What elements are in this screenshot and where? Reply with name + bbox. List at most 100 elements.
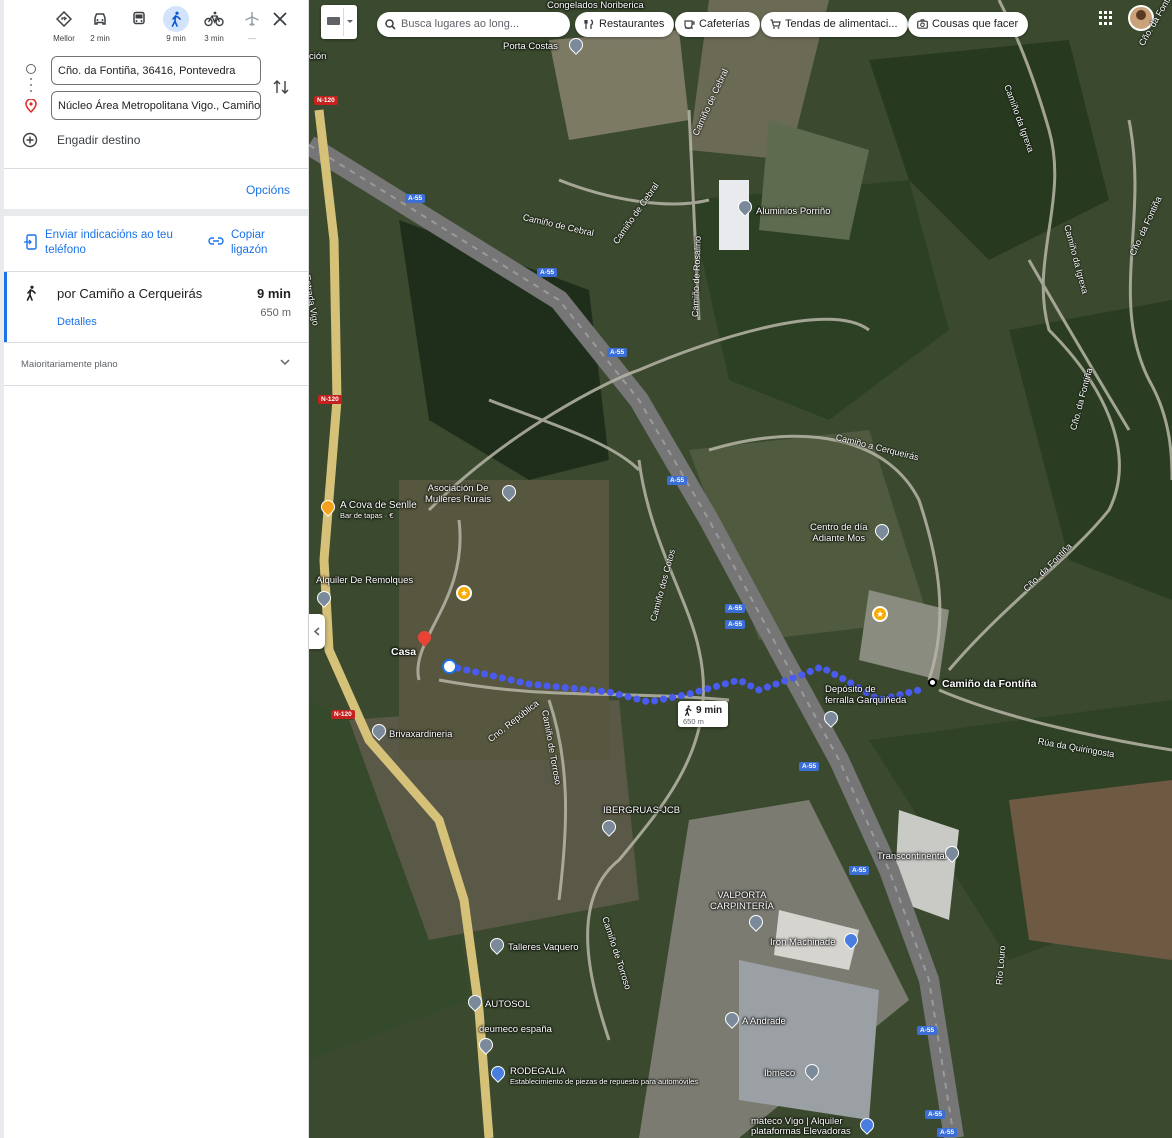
car-icon <box>94 13 106 25</box>
label-cion: ción <box>309 51 327 62</box>
route-option[interactable]: por Camiño a Cerqueirás 9 min 650 m Deta… <box>4 271 308 343</box>
travel-modes: Mellor 2 min 9 min 3 min — <box>44 6 298 48</box>
plane-icon <box>245 12 259 26</box>
destination-marker-icon[interactable] <box>928 678 937 687</box>
mode-flight-label: — <box>248 34 256 43</box>
tooltip-time: 9 min <box>696 705 723 716</box>
walk-icon <box>26 285 36 301</box>
label-cova: A Cova de Senlle <box>340 500 417 511</box>
terrain-label: Maioritariamente plano <box>21 359 118 370</box>
highway-shield: N-120 <box>331 710 355 719</box>
star-marker-icon[interactable]: ★ <box>872 606 888 622</box>
label-cova-sub: Bar de tapas · € <box>340 511 394 520</box>
options-button[interactable]: Opcións <box>246 183 290 197</box>
chip-label: Restaurantes <box>599 18 665 30</box>
label-deumeco: deumeco españa <box>479 1024 552 1035</box>
origin-circle-icon <box>26 64 36 74</box>
highway-shield: A-55 <box>937 1128 958 1137</box>
highway-shield: A-55 <box>799 762 820 771</box>
origin-input[interactable]: Cño. da Fontiña, 36416, Pontevedra <box>51 56 261 85</box>
label-deposito: Depósito de ferralla Garquiñeda <box>825 684 907 706</box>
stop-connector <box>30 78 32 96</box>
link-icon <box>208 237 224 245</box>
add-destination-button[interactable]: Engadir destino <box>22 130 282 152</box>
mode-best[interactable]: Mellor <box>46 6 82 43</box>
label-porta-costas: Porta Costas <box>503 41 558 52</box>
route-distance: 650 m <box>260 307 291 319</box>
chip-restaurants[interactable]: Restaurantes <box>575 12 675 37</box>
close-icon[interactable] <box>270 9 290 29</box>
chip-label: Cafeterías <box>699 18 750 30</box>
route-time: 9 min <box>257 286 291 301</box>
label-rodegalia-sub: Establecimiento de piezas de repuesto pa… <box>510 1077 699 1086</box>
terrain-expander[interactable]: Maioritariamente plano <box>4 343 308 386</box>
label-brivaxardineria: Brivaxardineria <box>389 729 453 740</box>
mode-bike[interactable]: 3 min <box>196 6 232 43</box>
camera-icon <box>917 19 928 29</box>
label-alquiler: Alquiler De Remolques <box>316 575 414 586</box>
chip-label: Tendas de alimentaci... <box>785 18 898 30</box>
bicycle-icon <box>204 11 224 27</box>
mode-best-label: Mellor <box>53 34 75 43</box>
train-icon <box>133 11 145 25</box>
keyboard-icon <box>327 17 340 25</box>
mode-walk[interactable]: 9 min <box>158 6 194 43</box>
directions-panel: Mellor 2 min 9 min 3 min — Cño. da Fonti… <box>0 0 309 1138</box>
mode-flight[interactable]: — <box>234 6 270 43</box>
destination-input[interactable]: Núcleo Área Metropolitana Vigo., Camiño <box>51 91 261 120</box>
mode-car[interactable]: 2 min <box>82 6 118 43</box>
chip-cafes[interactable]: Cafeterías <box>675 12 760 37</box>
map-canvas[interactable]: Busca lugares ao long... Restaurantes Ca… <box>309 0 1172 1138</box>
divider <box>343 8 344 36</box>
apps-grid-icon[interactable] <box>1099 11 1113 25</box>
search-along-route-input[interactable]: Busca lugares ao long... <box>377 12 570 37</box>
highway-shield: A-55 <box>925 1110 946 1119</box>
label-camino-fontina[interactable]: Camiño da Fontiña <box>942 678 1037 690</box>
copy-link-label: Copiar ligazón <box>231 229 268 256</box>
route-details-link[interactable]: Detalles <box>57 316 97 328</box>
divider <box>4 168 308 169</box>
label-ibergruas: IBERGRUAS-JCB <box>603 805 681 816</box>
walk-icon <box>684 705 692 716</box>
label-andrade: A Andrade <box>742 1016 786 1027</box>
label-casa[interactable]: Casa <box>391 646 416 658</box>
layers-button[interactable] <box>321 5 357 39</box>
highway-shield: A-55 <box>537 268 558 277</box>
label-ibmeco: Ibmeco <box>764 1068 796 1079</box>
route-name: por Camiño a Cerqueirás <box>57 286 203 301</box>
home-marker-icon[interactable] <box>442 659 457 674</box>
collapse-panel-button[interactable] <box>309 614 325 649</box>
label-talleres: Talleres Vaquero <box>508 942 579 953</box>
swap-icon[interactable] <box>272 78 290 96</box>
diamond-directions-icon <box>56 11 72 27</box>
highway-shield: A-55 <box>667 476 688 485</box>
label-aluminios: Aluminios Porriño <box>756 206 831 217</box>
mode-car-label: 2 min <box>90 34 110 43</box>
label-iron-machinade: Iron Machinade <box>770 937 836 948</box>
label-asociacion: Asociación De Mulleres Rurais <box>425 483 491 505</box>
send-to-phone-label: Enviar indicacións ao teu teléfono <box>45 229 173 256</box>
destination-pin-icon <box>25 99 37 113</box>
highway-shield: A-55 <box>725 604 746 613</box>
tooltip-distance: 650 m <box>683 717 704 726</box>
add-destination-label: Engadir destino <box>57 133 141 147</box>
label-rodegalia: RODEGALIA <box>510 1066 566 1077</box>
search-placeholder: Busca lugares ao long... <box>401 18 520 30</box>
route-duration-tooltip[interactable]: 9 min 650 m <box>678 701 728 727</box>
highway-shield: A-55 <box>405 194 426 203</box>
chevron-left-icon <box>314 627 320 636</box>
chevron-down-icon <box>280 359 290 366</box>
highway-shield: N-120 <box>314 96 338 105</box>
chip-label: Cousas que facer <box>932 18 1019 30</box>
divider <box>4 209 308 216</box>
walk-icon <box>171 11 181 27</box>
mode-transit[interactable] <box>121 6 157 34</box>
label-transcontinental: Transcontinental <box>877 851 947 862</box>
highway-shield: A-55 <box>917 1026 938 1035</box>
cart-icon <box>770 19 781 29</box>
chip-things-to-do[interactable]: Cousas que facer <box>908 12 1029 37</box>
label-centro: Centro de día Adiante Mos <box>810 522 868 544</box>
highway-shield: A-55 <box>849 866 870 875</box>
star-marker-icon[interactable]: ★ <box>456 585 472 601</box>
chip-groceries[interactable]: Tendas de alimentaci... <box>761 12 908 37</box>
